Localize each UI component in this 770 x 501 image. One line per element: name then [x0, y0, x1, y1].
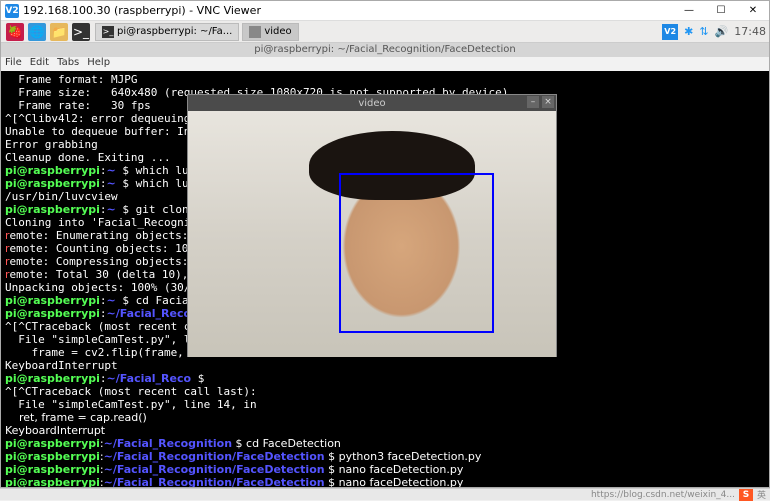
close-button[interactable]: ✕: [737, 1, 769, 21]
menu-edit[interactable]: Edit: [30, 57, 49, 71]
clock[interactable]: 17:48: [734, 25, 766, 38]
watermark-badge: S: [739, 489, 753, 501]
footer-url: https://blog.csdn.net/weixin_4...: [591, 490, 735, 500]
terminal-launcher-icon[interactable]: >_: [72, 23, 90, 41]
minimize-button[interactable]: —: [673, 1, 705, 21]
bluetooth-icon[interactable]: ✱: [684, 25, 693, 38]
vnc-titlebar[interactable]: V2 192.168.100.30 (raspberrypi) - VNC Vi…: [1, 1, 769, 21]
task-label: pi@raspberrypi: ~/Fa...: [117, 26, 232, 37]
browser-icon[interactable]: 🌐: [28, 23, 46, 41]
vnc-title-text: 192.168.100.30 (raspberrypi) - VNC Viewe…: [23, 4, 261, 17]
menu-tabs[interactable]: Tabs: [57, 57, 79, 71]
file-manager-icon[interactable]: 📁: [50, 23, 68, 41]
video-window[interactable]: video – ×: [187, 94, 557, 357]
ime-lang[interactable]: 英: [757, 488, 766, 501]
task-label: video: [264, 26, 291, 37]
taskbar-terminal[interactable]: >_ pi@raspberrypi: ~/Fa...: [95, 23, 239, 41]
vnc-tray-icon[interactable]: V2: [662, 24, 678, 40]
video-close-button[interactable]: ×: [542, 96, 554, 108]
raspberry-menu-icon[interactable]: 🍓: [6, 23, 24, 41]
video-title-text: video: [358, 98, 385, 109]
maximize-button[interactable]: ☐: [705, 1, 737, 21]
raspberrypi-panel: 🍓 🌐 📁 >_ >_ pi@raspberrypi: ~/Fa... vide…: [1, 21, 769, 43]
face-detection-box: [339, 173, 494, 333]
vnc-app-icon: V2: [5, 4, 19, 18]
window-icon: [249, 26, 261, 38]
terminal-titlebar[interactable]: pi@raspberrypi: ~/Facial_Recognition/Fac…: [1, 43, 769, 57]
video-frame: [188, 111, 556, 357]
vnc-viewer-window: V2 192.168.100.30 (raspberrypi) - VNC Vi…: [0, 0, 770, 488]
network-icon[interactable]: ⇅: [699, 25, 708, 38]
host-taskbar: https://blog.csdn.net/weixin_4... S 英: [0, 488, 770, 500]
system-tray: V2 ✱ ⇅ 🔊 17:48: [662, 24, 766, 40]
taskbar-video[interactable]: video: [242, 23, 298, 41]
menu-help[interactable]: Help: [87, 57, 110, 71]
video-titlebar[interactable]: video – ×: [188, 95, 556, 111]
terminal-menubar: File Edit Tabs Help: [1, 57, 769, 71]
video-minimize-button[interactable]: –: [527, 96, 539, 108]
terminal-icon: >_: [102, 26, 114, 38]
volume-icon[interactable]: 🔊: [715, 25, 729, 38]
menu-file[interactable]: File: [5, 57, 22, 71]
